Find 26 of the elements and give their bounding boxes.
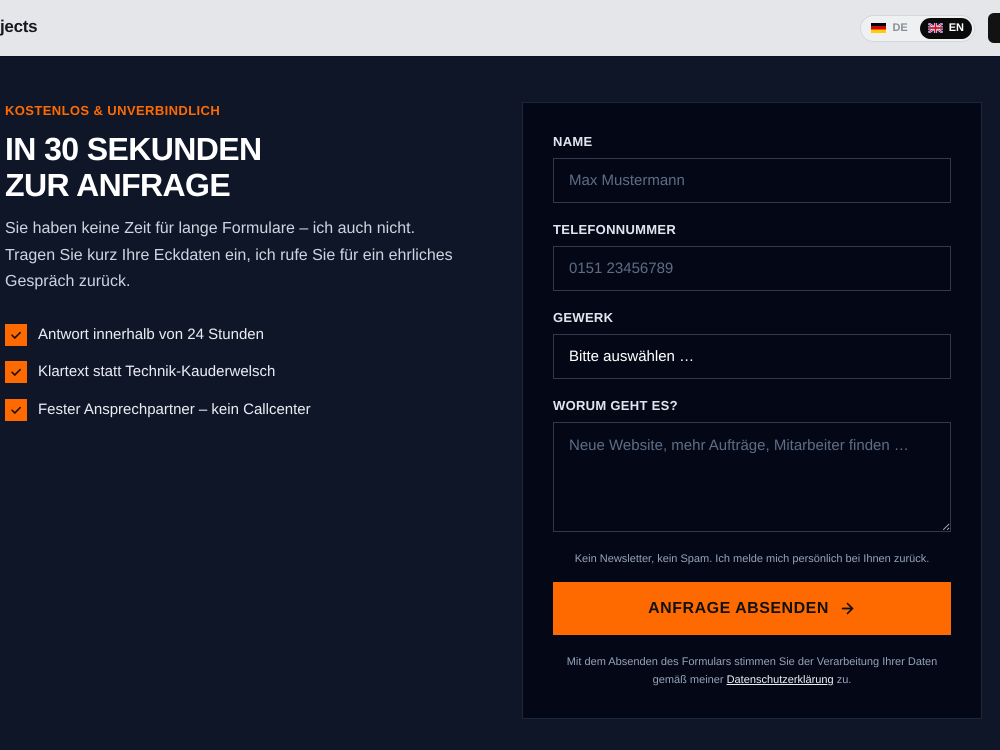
text-field[interactable]: Max Mustermann <box>553 158 951 203</box>
check-icon <box>5 398 27 420</box>
uk-flag-icon <box>928 23 943 33</box>
benefit-text: Antwort innerhalb von 24 Stunden <box>38 324 264 344</box>
field-label: TELEFONNUMMER <box>553 222 678 238</box>
field-label: WORUM GEHT ES? <box>553 398 679 414</box>
intro-text: Sie haben keine Zeit für lange Formulare – ich auch nicht. Tragen Sie kurz Ihre Eckdaten ein, ich rufe Sie für ein ehrliches Gespräch zurück. <box>5 219 454 292</box>
german-flag-icon <box>871 23 886 33</box>
field-label: NAME <box>553 134 594 150</box>
benefit-text: Klartext statt Technik-Kauderwelsch <box>38 362 276 382</box>
site-title[interactable]: jects <box>0 17 38 37</box>
header-button[interactable] <box>988 13 1000 43</box>
hero-heading: IN 30 SEKUNDEN ZUR ANFRAGE <box>5 131 263 203</box>
no-spam-note: Kein Newsletter, kein Spam. Ich melde mich persönlich bei Ihnen zurück. <box>574 552 930 566</box>
privacy-link[interactable]: Datenschutzerklärung <box>726 674 834 686</box>
submit-button[interactable]: ANFRAGE ABSENDEN <box>553 582 951 635</box>
consent-text: Mit dem Absenden des Formulars stimmen Sie der Verarbeitung Ihrer Daten gemäß meiner Datenschutzerklärung zu. <box>566 655 938 688</box>
check-icon <box>5 361 27 383</box>
field-label: GEWERK <box>553 310 614 326</box>
trade-select[interactable]: Bitte auswählen … <box>553 334 951 379</box>
check-icon <box>5 324 27 346</box>
benefit-text: Fester Ansprechpartner – kein Callcenter <box>38 400 311 420</box>
language-button[interactable]: EN <box>920 18 972 38</box>
text-field[interactable]: 0151 23456789 <box>553 246 951 291</box>
eyebrow-text: KOSTENLOS & UNVERBINDLICH <box>5 103 222 119</box>
message-field[interactable]: Neue Website, mehr Aufträge, Mitarbeiter finden … <box>553 422 951 532</box>
